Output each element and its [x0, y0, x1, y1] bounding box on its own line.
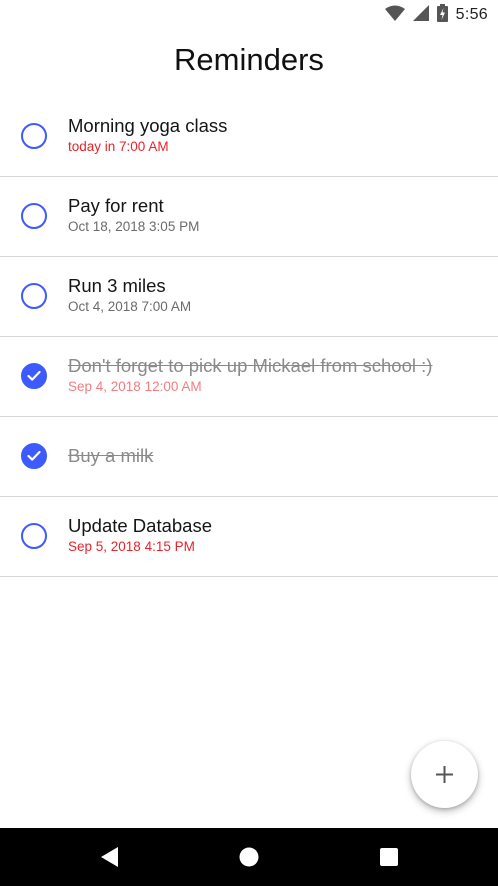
home-icon[interactable]: [239, 847, 259, 872]
checkmark-icon: [27, 450, 41, 461]
reminder-date: Oct 4, 2018 7:00 AM: [68, 299, 192, 314]
checkmark-icon: [27, 370, 41, 381]
status-icons: 5:56: [384, 3, 488, 27]
recents-icon[interactable]: [380, 848, 398, 871]
reminder-title: Update Database: [68, 515, 212, 536]
reminder-date: Oct 18, 2018 3:05 PM: [68, 219, 200, 234]
status-time: 5:56: [455, 6, 488, 23]
reminder-item[interactable]: Update Database Sep 5, 2018 4:15 PM: [0, 497, 498, 577]
checkbox[interactable]: [21, 203, 47, 229]
reminder-text: Don't forget to pick up Mickael from sch…: [68, 355, 488, 396]
reminder-title: Morning yoga class: [68, 115, 228, 136]
reminder-date: today in 7:00 AM: [68, 139, 169, 154]
checkbox[interactable]: [21, 123, 47, 149]
battery-charging-icon: [436, 3, 448, 27]
reminder-text: Pay for rent Oct 18, 2018 3:05 PM: [68, 195, 488, 236]
checkbox[interactable]: [21, 523, 47, 549]
reminder-item[interactable]: Don't forget to pick up Mickael from sch…: [0, 337, 498, 417]
reminder-item[interactable]: Run 3 miles Oct 4, 2018 7:00 AM: [0, 257, 498, 337]
reminder-list: Morning yoga class today in 7:00 AM Pay …: [0, 97, 498, 577]
checkbox-checked[interactable]: [21, 443, 47, 469]
reminder-date: Sep 5, 2018 4:15 PM: [68, 539, 195, 554]
checkbox[interactable]: [21, 283, 47, 309]
plus-icon: [436, 766, 453, 783]
reminder-text: Update Database Sep 5, 2018 4:15 PM: [68, 515, 488, 556]
reminder-item[interactable]: Morning yoga class today in 7:00 AM: [0, 97, 498, 177]
reminder-title: Run 3 miles: [68, 275, 166, 296]
navigation-bar: [0, 828, 498, 886]
reminders-screen: 5:56 Reminders Morning yoga class today …: [0, 0, 498, 886]
checkbox-checked[interactable]: [21, 363, 47, 389]
reminder-text: Run 3 miles Oct 4, 2018 7:00 AM: [68, 275, 488, 316]
reminder-date: Sep 4, 2018 12:00 AM: [68, 379, 202, 394]
add-reminder-button[interactable]: [411, 741, 478, 808]
status-bar: 5:56: [0, 0, 498, 30]
wifi-icon: [384, 5, 405, 26]
cell-signal-icon: [412, 4, 429, 26]
reminder-title: Don't forget to pick up Mickael from sch…: [68, 355, 433, 376]
reminder-text: Morning yoga class today in 7:00 AM: [68, 115, 488, 156]
reminder-title: Pay for rent: [68, 195, 164, 216]
reminder-title: Buy a milk: [68, 445, 154, 466]
page-title: Reminders: [174, 42, 324, 77]
back-icon[interactable]: [100, 846, 120, 873]
reminder-item[interactable]: Buy a milk: [0, 417, 498, 497]
reminder-item[interactable]: Pay for rent Oct 18, 2018 3:05 PM: [0, 177, 498, 257]
reminder-text: Buy a milk: [68, 445, 488, 467]
